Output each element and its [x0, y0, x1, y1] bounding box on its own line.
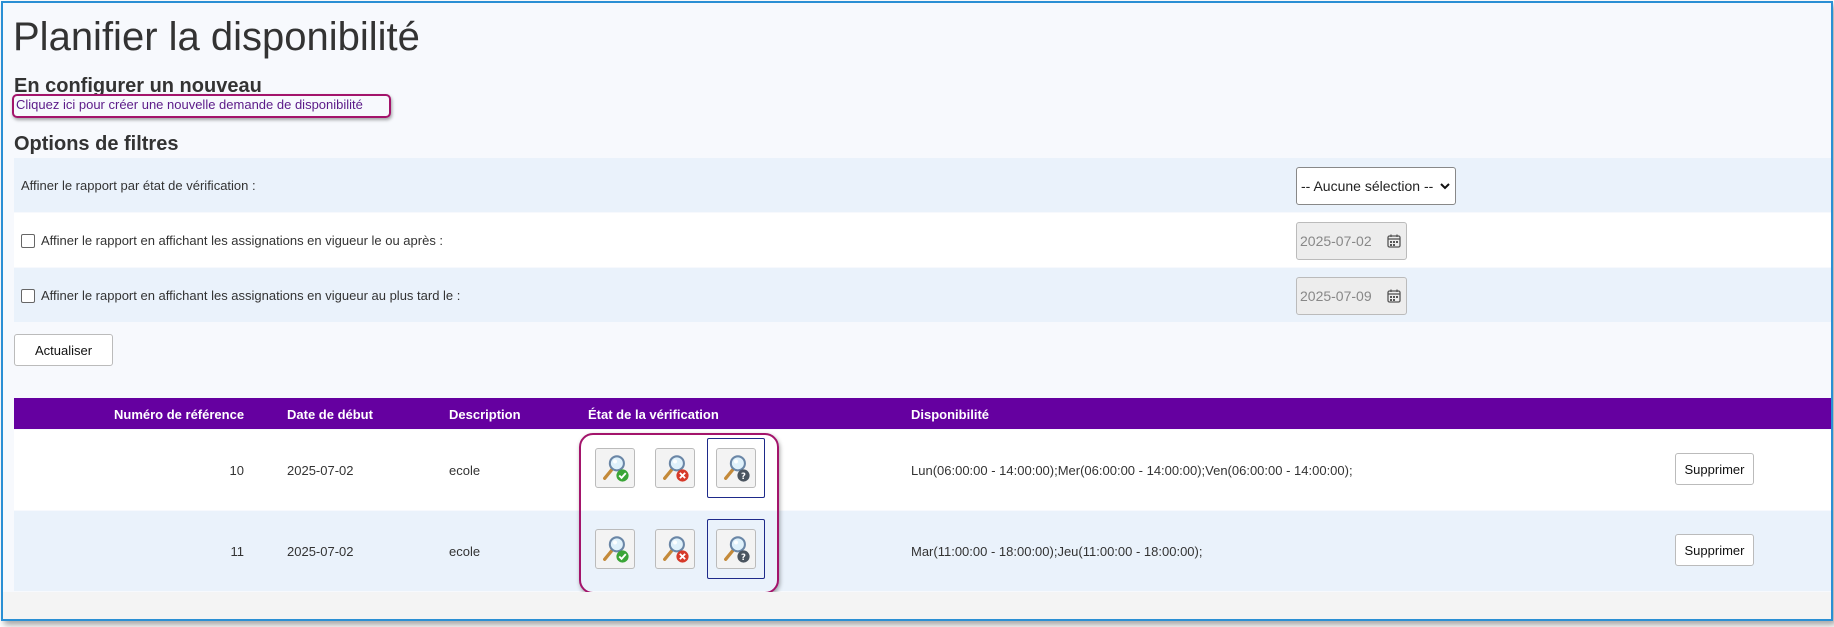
pending-button[interactable]: ? — [716, 448, 756, 488]
col-ref: Numéro de référence — [114, 407, 245, 422]
magnifier-check-icon — [600, 534, 629, 563]
svg-text:?: ? — [741, 471, 746, 481]
after-filter-label-wrap: Affiner le rapport en affichant les assi… — [21, 233, 443, 248]
table-row: 10 2025-07-02 ecole ? Lun(06:00:00 - 14:… — [14, 430, 1831, 510]
after-checkbox[interactable] — [21, 233, 35, 248]
before-filter-label-wrap: Affiner le rapport en affichant les assi… — [21, 288, 460, 303]
table-row: 11 2025-07-02 ecole ? Mar(11:00:00 - 18:… — [14, 511, 1831, 591]
description: ecole — [449, 463, 481, 478]
after-date-value: 2025-07-02 — [1300, 233, 1372, 249]
magnifier-question-icon: ? — [721, 453, 750, 482]
before-date-input[interactable]: 2025-07-09 — [1296, 277, 1407, 315]
magnifier-check-icon — [600, 453, 629, 482]
refresh-button[interactable]: Actualiser — [14, 334, 113, 366]
ref-number: 11 — [230, 544, 245, 559]
ref-number: 10 — [229, 463, 244, 478]
svg-text:?: ? — [741, 552, 746, 562]
before-checkbox[interactable] — [21, 288, 35, 303]
status-select[interactable]: -- Aucune sélection -- — [1296, 167, 1456, 205]
col-verification-status: État de la vérification — [588, 407, 719, 422]
filter-row-before: Affiner le rapport en affichant les assi… — [14, 268, 1831, 322]
col-description: Description — [449, 407, 521, 422]
before-date-value: 2025-07-09 — [1300, 288, 1372, 304]
delete-button[interactable]: Supprimer — [1675, 453, 1754, 485]
approve-button[interactable] — [595, 448, 635, 488]
page-title: Planifier la disponibilité — [13, 15, 420, 59]
filter-row-status: Affiner le rapport par état de vérificat… — [14, 158, 1831, 212]
before-filter-label: Affiner le rapport en affichant les assi… — [41, 288, 461, 303]
create-availability-link[interactable]: Cliquez ici pour créer une nouvelle dema… — [12, 94, 391, 118]
start-date: 2025-07-02 — [287, 463, 354, 478]
status-filter-label: Affiner le rapport par état de vérificat… — [21, 178, 256, 193]
approve-button[interactable] — [595, 529, 635, 569]
filter-row-after: Affiner le rapport en affichant les assi… — [14, 213, 1831, 267]
availability: Lun(06:00:00 - 14:00:00);Mer(06:00:00 - … — [911, 463, 1353, 478]
after-filter-label: Affiner le rapport en affichant les assi… — [41, 233, 444, 248]
magnifier-x-icon — [660, 453, 689, 482]
reject-button[interactable] — [655, 529, 695, 569]
start-date: 2025-07-02 — [287, 544, 354, 559]
availability: Mar(11:00:00 - 18:00:00);Jeu(11:00:00 - … — [911, 544, 1203, 559]
calendar-icon[interactable] — [1387, 234, 1401, 251]
pending-button[interactable]: ? — [716, 529, 756, 569]
after-date-input[interactable]: 2025-07-02 — [1296, 222, 1407, 260]
delete-button[interactable]: Supprimer — [1675, 534, 1754, 566]
chevron-down-icon — [1440, 179, 1450, 193]
app-frame: Planifier la disponibilité En configurer… — [1, 1, 1833, 621]
col-start-date: Date de début — [287, 407, 373, 422]
filters-title: Options de filtres — [14, 133, 179, 155]
magnifier-x-icon — [660, 534, 689, 563]
magnifier-question-icon: ? — [721, 534, 750, 563]
reject-button[interactable] — [655, 448, 695, 488]
table-header: Numéro de référence Date de début Descri… — [14, 398, 1831, 429]
col-availability: Disponibilité — [911, 407, 989, 422]
status-select-value: -- Aucune sélection -- — [1301, 178, 1434, 194]
calendar-icon[interactable] — [1387, 289, 1401, 306]
page-footer-band — [3, 592, 1831, 619]
description: ecole — [449, 544, 481, 559]
